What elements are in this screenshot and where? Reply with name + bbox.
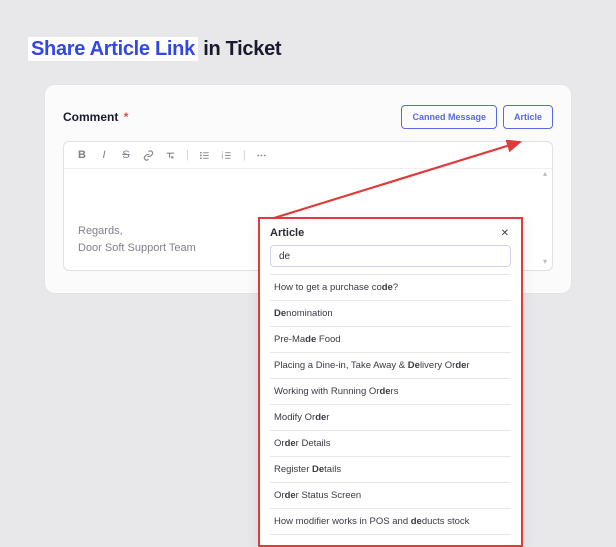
article-search-input[interactable] (279, 251, 502, 262)
required-asterisk: * (124, 110, 129, 124)
article-list: How to get a purchase code? Denomination… (260, 275, 521, 545)
list-item[interactable]: Register Details (270, 456, 511, 483)
ordered-list-icon[interactable]: 123 (221, 149, 233, 161)
link-icon[interactable] (142, 149, 154, 161)
editor-toolbar: B I S | 123 | (64, 142, 552, 169)
list-item[interactable]: How modifier works in POS and deducts st… (270, 508, 511, 535)
close-icon[interactable]: ✕ (499, 228, 511, 239)
list-item[interactable]: Modify Order (270, 404, 511, 431)
title-suffix: in Ticket (203, 38, 281, 60)
editor-scrollbar[interactable]: ▴ ▾ (541, 170, 549, 266)
list-item[interactable]: Working with Running Orders (270, 378, 511, 405)
page-title: Share Article Link in Ticket (0, 0, 616, 85)
list-item[interactable]: Order Status Screen (270, 482, 511, 509)
article-search-wrapper[interactable] (270, 245, 511, 267)
toolbar-separator-2: | (243, 149, 246, 161)
canned-message-button[interactable]: Canned Message (401, 105, 497, 129)
italic-icon[interactable]: I (98, 149, 110, 161)
svg-text:3: 3 (222, 156, 224, 160)
list-item[interactable]: Pre-Made Food (270, 326, 511, 353)
dropdown-title: Article (270, 227, 304, 239)
comment-label: Comment * (63, 110, 128, 124)
more-icon[interactable] (256, 149, 268, 161)
scroll-down-icon[interactable]: ▾ (541, 258, 549, 266)
strikethrough-icon[interactable]: S (120, 149, 132, 161)
list-item[interactable]: How to get a purchase code? (270, 274, 511, 301)
clear-format-icon[interactable] (164, 149, 176, 161)
dropdown-header: Article ✕ (260, 219, 521, 245)
title-highlight: Share Article Link (28, 37, 198, 61)
comment-label-text: Comment (63, 110, 118, 124)
article-dropdown: Article ✕ How to get a purchase code? De… (258, 217, 523, 547)
list-item[interactable]: Order Details (270, 430, 511, 457)
list-item[interactable]: Denomination (270, 300, 511, 327)
bold-icon[interactable]: B (76, 149, 88, 161)
article-button[interactable]: Article (503, 105, 553, 129)
scroll-up-icon[interactable]: ▴ (541, 170, 549, 178)
card-header: Comment * Canned Message Article (63, 105, 553, 129)
toolbar-separator: | (186, 149, 189, 161)
unordered-list-icon[interactable] (199, 149, 211, 161)
header-actions: Canned Message Article (401, 105, 553, 129)
list-item[interactable]: Placing a Dine-in, Take Away & Delivery … (270, 352, 511, 379)
